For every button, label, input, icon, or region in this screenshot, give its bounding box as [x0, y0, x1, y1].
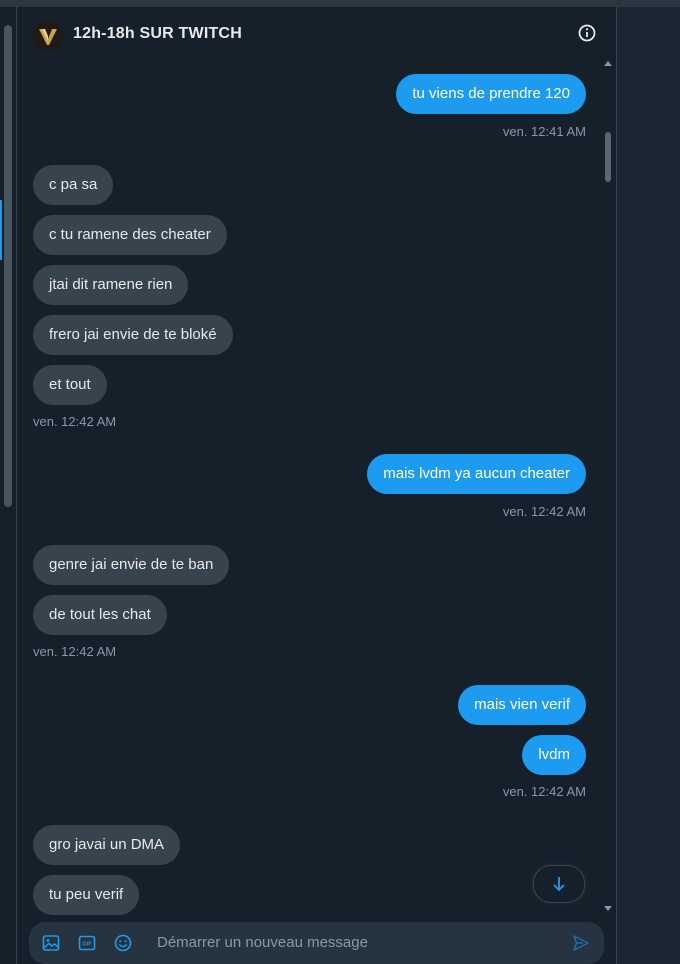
- scroll-up-arrow-icon[interactable]: [604, 61, 612, 66]
- conversation-header: 12h-18h SUR TWITCH: [17, 7, 616, 59]
- message-timestamp: ven. 12:42 AM: [33, 414, 117, 429]
- scroll-to-bottom-button[interactable]: [533, 865, 585, 903]
- conversation-title: 12h-18h SUR TWITCH: [73, 25, 242, 42]
- image-icon[interactable]: [41, 933, 61, 953]
- message-timestamp: ven. 12:42 AM: [33, 644, 117, 659]
- message-bubble-received[interactable]: genre jai envie de te ban: [33, 545, 230, 585]
- scroll-down-arrow-icon[interactable]: [604, 906, 612, 911]
- message-bubble-received[interactable]: c tu ramene des cheater: [33, 215, 227, 255]
- message-scrollbar[interactable]: [603, 59, 615, 915]
- message-timestamp: ven. 12:42 AM: [502, 784, 586, 799]
- outer-scrollbar-thumb[interactable]: [4, 25, 12, 507]
- message-input[interactable]: Démarrer un nouveau message: [157, 934, 368, 951]
- message-composer: GIF Démarrer un nouveau message: [29, 922, 604, 964]
- message-timestamp: ven. 12:42 AM: [502, 504, 586, 519]
- gif-icon[interactable]: GIF: [77, 933, 97, 953]
- message-bubble-received[interactable]: et tout: [33, 365, 107, 405]
- message-bubble-received[interactable]: gro javai un DMA: [33, 825, 181, 865]
- svg-text:GIF: GIF: [82, 942, 92, 948]
- info-icon[interactable]: [577, 23, 597, 43]
- active-indicator: [0, 200, 2, 260]
- conversation-panel: 12h-18h SUR TWITCH tu viens de prendre 1…: [17, 7, 616, 964]
- message-bubble-received[interactable]: jtai dit ramene rien: [33, 265, 189, 305]
- channel-logo[interactable]: [33, 21, 63, 51]
- outer-scrollbar[interactable]: [0, 7, 17, 964]
- arrow-down-icon: [553, 877, 565, 892]
- message-bubble-sent[interactable]: mais vien verif: [458, 685, 586, 725]
- message-bubble-sent[interactable]: tu viens de prendre 120: [396, 74, 586, 114]
- message-bubble-received[interactable]: de tout les chat: [33, 595, 167, 635]
- message-timestamp: ven. 12:41 AM: [502, 124, 586, 139]
- window-top-border: [0, 0, 680, 7]
- message-bubble-received[interactable]: frero jai envie de te bloké: [33, 315, 233, 355]
- message-scrollbar-thumb[interactable]: [605, 132, 611, 182]
- send-icon[interactable]: [571, 933, 591, 953]
- right-side-panel: [616, 7, 680, 964]
- message-bubble-sent[interactable]: lvdm: [522, 735, 586, 775]
- message-list[interactable]: tu viens de prendre 120 ven. 12:41 AM c …: [17, 59, 605, 915]
- message-bubble-received[interactable]: tu peu verif: [33, 875, 140, 915]
- emoji-icon[interactable]: [113, 933, 133, 953]
- message-bubble-received[interactable]: c pa sa: [33, 165, 114, 205]
- message-bubble-sent[interactable]: mais lvdm ya aucun cheater: [367, 454, 586, 494]
